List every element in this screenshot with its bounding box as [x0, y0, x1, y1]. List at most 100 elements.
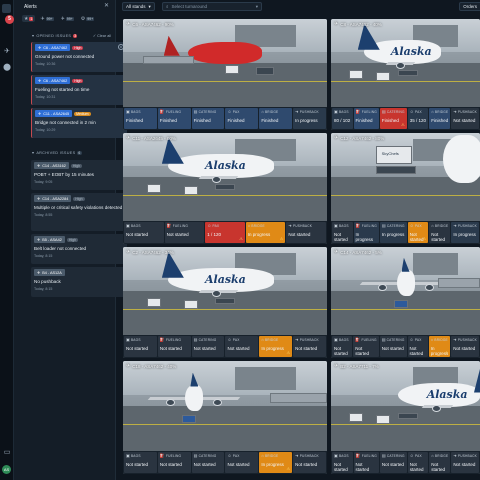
catering-icon: ▤ [381, 223, 386, 228]
process-status-pax[interactable]: ☺ PAX Not started [225, 452, 259, 473]
opened-issues-header[interactable]: ▾ OPENED ISSUES 3 [32, 33, 78, 38]
process-status-pushback[interactable]: ➜ PUSHBACK In progress [293, 108, 326, 129]
process-key: ⌂ BRIDGE [431, 337, 449, 342]
process-status-pushback[interactable]: ➜ PUSHBACK Not started [451, 452, 480, 473]
alert-card[interactable]: ✈ B5 - ASA42 High Belt loader not connected… [31, 234, 127, 264]
process-status-catering[interactable]: ▤ CATERING Not started [379, 336, 407, 357]
turnaround-camera-tile[interactable]: Alaska ✈ B2 - ASA7711 - 7% ▣ BAGS Not started… [331, 361, 480, 474]
process-status-pax[interactable]: ☺ PAX Not started [225, 336, 259, 357]
process-status-bridge[interactable]: ⌂ BRIDGE In progress ⚠ [259, 336, 293, 357]
alert-card[interactable]: ✈ B4 - AS12A No pushback Today, 8:15 [31, 267, 127, 297]
plane-icon: ✈ [334, 21, 339, 27]
turnaround-tag[interactable]: ✈ C6 - ASA7462 [35, 44, 71, 51]
process-status-pushback[interactable]: ➜ PUSHBACK Not started [286, 222, 326, 243]
alert-card[interactable]: ✈ C14 - ASA2284 High Multiple or critical s… [31, 193, 127, 231]
turnaround-tag[interactable]: ✈ C14 - AS3162 [34, 162, 69, 169]
process-status-pax[interactable]: ☺ PAX Not started ⚠ [407, 222, 429, 243]
process-status-pax[interactable]: ☺ PAX 1 / 120 ⚠ [205, 222, 245, 243]
process-status-bridge[interactable]: ⌂ BRIDGE Finished [429, 108, 451, 129]
filter-tab[interactable]: ⚙ 99+ [79, 15, 96, 22]
alert-card[interactable]: ✈ C11 - ASA2645 Medium Bridge not connected… [31, 108, 127, 138]
filter-tab[interactable]: ✈ 99+ [59, 15, 76, 22]
process-status-bridge[interactable]: ⌂ BRIDGE Not started [429, 452, 451, 473]
process-status-pax[interactable]: ☺ PAX 35 / 120 [407, 108, 429, 129]
process-status-pax[interactable]: ☺ PAX Finished [225, 108, 259, 129]
process-status-catering[interactable]: ▤ CATERING Finished [191, 108, 225, 129]
alert-card-header: ✈ B4 - AS12A [34, 269, 124, 276]
process-status-bridge[interactable]: ⌂ BRIDGE Finished [259, 108, 293, 129]
baggage-cart [348, 413, 363, 423]
alert-card[interactable]: ✈ C14 - AS3162 High POBT + EOBT by 15 minut… [31, 160, 127, 190]
jet-bridge [143, 55, 195, 64]
location-pin-icon[interactable]: ⬤ [3, 64, 11, 72]
alert-card[interactable]: ✈ C6 - ASA7462 High Fueling not started on … [31, 75, 127, 105]
archived-issues-header[interactable]: ▾ ARCHIVED ISSUES 6 [32, 150, 82, 155]
chat-icon[interactable]: ▭ [3, 449, 11, 457]
process-key: ⛽ FUELING [356, 453, 377, 458]
process-status-bridge[interactable]: ⌂ BRIDGE In progress ⚠ [428, 336, 451, 357]
process-status-fueling[interactable]: ⛽ FUELING Not started [164, 222, 205, 243]
process-status-fueling[interactable]: ⛽ FUELING Not started [157, 336, 191, 357]
process-status-fueling[interactable]: ⛽ FUELING Finished [157, 108, 191, 129]
process-key: ➜ PUSHBACK [295, 453, 324, 458]
turnaround-camera-tile[interactable]: SkyChefs ✈ C12 - ASA7462 - 80% ▣ BAGS Not sta… [331, 133, 480, 244]
process-status-fueling[interactable]: ⛽ FUELING Not started [157, 452, 191, 473]
process-status-bags[interactable]: ▣ BAGS Not started [124, 222, 164, 243]
process-status-bridge[interactable]: ⌂ BRIDGE In progress ⚠ [259, 452, 293, 473]
skychefs-logo: SkyChefs [381, 150, 399, 156]
bags-icon: ▣ [334, 453, 338, 458]
process-status-pushback[interactable]: ➜ PUSHBACK Not started [451, 108, 480, 129]
filter-tab[interactable]: ✈ 99+ [38, 15, 55, 22]
plane-icon[interactable]: ✈ [3, 48, 11, 56]
process-status-fueling[interactable]: ⛽ FUELING In progress [353, 222, 379, 243]
turnaround-tag[interactable]: ✈ C6 - ASA7462 [35, 77, 71, 84]
belt-loader [398, 413, 419, 420]
process-status-catering[interactable]: ▤ CATERING Not started [191, 336, 225, 357]
alerts-count-badge[interactable]: 5 [5, 15, 14, 24]
process-key-label: FUELING [166, 109, 182, 114]
process-status-pushback[interactable]: ➜ PUSHBACK In progress [451, 222, 480, 243]
filter-tab[interactable]: ★ 1 [22, 15, 36, 22]
avatar[interactable]: AS [2, 465, 11, 474]
turnaround-tag[interactable]: ✈ B5 - ASA42 [34, 236, 65, 243]
process-status-pushback[interactable]: ➜ PUSHBACK Not started [451, 336, 479, 357]
process-status-pax[interactable]: ☺ PAX Not started [407, 336, 428, 357]
process-status-bridge[interactable]: ⌂ BRIDGE Not started [429, 222, 451, 243]
process-status-catering[interactable]: ▤ CATERING Not started [191, 452, 225, 473]
process-status-pax[interactable]: ☺ PAX Not started [407, 452, 429, 473]
aircraft-engine [213, 398, 223, 406]
process-status-fueling[interactable]: ⛽ FUELING Not started [353, 452, 379, 473]
process-status-bags[interactable]: ▣ BAGS Not started [332, 452, 353, 473]
turnaround-camera-tile[interactable]: ✈ C18 - ASA7462 - 40% ▣ BAGS Not started ⛽ FUE… [123, 361, 327, 474]
order-select[interactable]: Orders [459, 2, 480, 11]
turnaround-camera-tile[interactable]: ✈ C6 - ASA7462 - 90% ▣ BAGS Finished ⛽ FUELING… [123, 19, 327, 130]
process-status-fueling[interactable]: ⛽ FUELING Finished [353, 108, 379, 129]
process-status-catering[interactable]: ▤ CATERING Not started [379, 452, 407, 473]
process-status-bags[interactable]: ▣ BAGS Not started [332, 222, 353, 243]
process-key-label: PAX [414, 337, 422, 342]
turnaround-camera-tile[interactable]: Alaska ✈ C2 - ASA7462 - 34% ▣ BAGS Not starte… [123, 247, 327, 358]
app-logo[interactable] [2, 4, 11, 13]
close-icon[interactable]: ✕ [103, 3, 110, 10]
process-status-bags[interactable]: ▣ BAGS 80 / 102 [332, 108, 353, 129]
turnaround-tag[interactable]: ✈ B4 - AS12A [34, 269, 65, 276]
alert-card[interactable]: ✈ C6 - ASA7462 High Ground power not connec… [31, 42, 127, 72]
clear-all-button[interactable]: ✓ Clear all [93, 33, 111, 38]
turnaround-tag[interactable]: ✈ C14 - ASA2284 [34, 195, 72, 202]
process-status-bags[interactable]: ▣ BAGS Not started [124, 336, 157, 357]
turnaround-camera-tile[interactable]: Alaska ✈ C11 - ASA2645 - 60% ▣ BAGS Not start… [123, 133, 327, 244]
process-status-pushback[interactable]: ➜ PUSHBACK Not started [293, 336, 326, 357]
process-status-fueling[interactable]: ⛽ FUELING Not started [353, 336, 379, 357]
process-status-bags[interactable]: ▣ BAGS Not started [124, 452, 157, 473]
process-status-pushback[interactable]: ➜ PUSHBACK Not started [293, 452, 326, 473]
process-status-bags[interactable]: ▣ BAGS Not started [332, 336, 353, 357]
turnaround-search[interactable]: ⌕ Select turnaround ▾ [162, 2, 262, 11]
turnaround-camera-tile[interactable]: Alaska ✈ C8 - ASA7462 - 40% ▣ BAGS 80 / 102 ⛽ F… [331, 19, 480, 130]
turnaround-camera-tile[interactable]: ✈ C14 - ASA7462 - 5% ▣ BAGS Not started ⛽ FUEL… [331, 247, 480, 358]
process-status-catering[interactable]: ▤ CATERING Finished ⚠ [379, 108, 407, 129]
process-status-bags[interactable]: ▣ BAGS Finished [124, 108, 157, 129]
process-status-bridge[interactable]: ⌂ BRIDGE In progress ⚠ [245, 222, 286, 243]
process-status-catering[interactable]: ▤ CATERING In progress [379, 222, 407, 243]
stands-select[interactable]: All stands ▾ [122, 2, 155, 11]
turnaround-tag[interactable]: ✈ C11 - ASA2645 [35, 110, 73, 117]
